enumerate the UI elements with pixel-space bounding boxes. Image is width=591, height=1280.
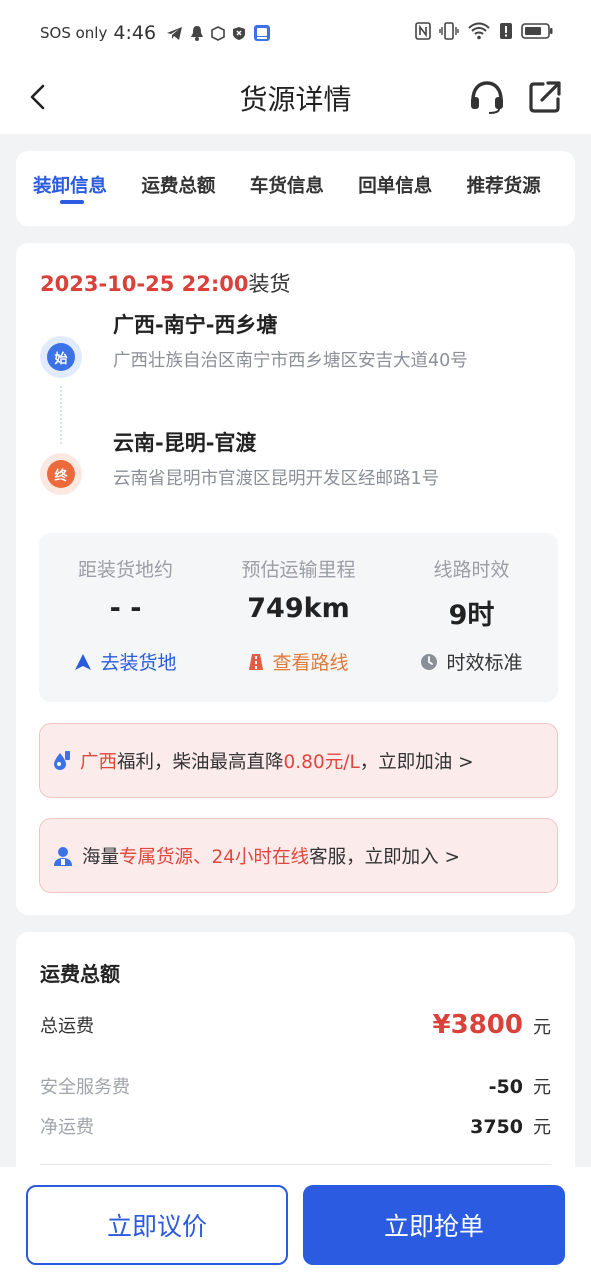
tab-label: 运费总额 [141,176,216,197]
action-label: 查看路线 [272,652,349,674]
nav-bar: 货源详情 [0,64,591,134]
tab-recommended-cargo[interactable]: 推荐货源 [467,151,575,226]
cube-icon [211,25,225,41]
end-badge: 终 [40,453,82,495]
tab-label: 装卸信息 [33,176,108,197]
service-fee-amount: -50 [488,1076,523,1098]
tab-vehicle-cargo-info[interactable]: 车货信息 [250,151,358,226]
agent-icon [52,845,74,867]
tab-label: 推荐货源 [466,176,541,197]
stat-label: 线路时效 [433,559,510,581]
route-card: 2023-10-25 22:00装货 始 广西-南宁-西乡塘 广西壮族自治区南宁… [16,243,575,915]
road-icon [249,653,264,670]
fee-amount-group: 3750 元 [470,1113,551,1139]
section-tabs: 装卸信息 运费总额 车货信息 回单信息 推荐货源 [16,151,575,226]
stat-value: 749km [247,593,350,624]
nfc-icon [415,22,431,40]
fuel-region: 广西 [80,751,118,773]
tab-freight-total[interactable]: 运费总额 [141,151,249,226]
fee-amount-group: ¥3800 元 [433,1010,551,1040]
fee-label: 净运费 [40,1117,94,1138]
fuel-promo-banner[interactable]: 广西 福利，柴油最高直降 0.80元/L ，立即加油 > [39,723,558,798]
start-badge-label: 始 [47,343,75,371]
clock-icon [421,653,438,670]
service-prefix: 海量 [82,846,120,868]
stat-label: 距装货地约 [77,559,173,581]
fee-unit: 元 [533,1077,551,1098]
net-freight-row: 净运费 3750 元 [40,1113,551,1139]
fee-amount-group: -50 元 [489,1073,551,1099]
fuel-drop-icon [52,750,72,772]
negotiate-price-button[interactable]: 立即议价 [26,1185,288,1265]
service-highlight: 专属货源、24小时在线 [119,846,310,868]
fee-label: 总运费 [40,1016,94,1037]
app-icon [254,25,271,41]
load-suffix: 装货 [248,272,291,296]
net-freight-amount: 3750 [470,1116,523,1138]
service-cta: 客服，立即加入 > [309,846,460,868]
fee-label: 安全服务费 [40,1077,130,1098]
status-left: SOS only 4:46 [40,22,271,44]
customer-service-button[interactable] [468,78,506,116]
fuel-text: 福利，柴油最高直降 [117,751,284,773]
status-right [415,22,553,40]
tab-loading-info[interactable]: 装卸信息 [33,151,141,226]
clock-text: 4:46 [113,22,157,44]
fuel-discount: 0.80元/L [283,751,360,773]
tab-label: 回单信息 [358,176,433,197]
freight-total-card: 运费总额 总运费 ¥3800 元 安全服务费 -50 元 净运费 3750 元 [16,932,575,1192]
go-to-loading-button[interactable]: 去装货地 [39,648,212,675]
headset-icon [471,81,503,114]
tab-label: 车货信息 [249,176,324,197]
start-badge: 始 [40,336,82,378]
stat-label: 预估运输里程 [241,559,356,581]
vibrate-icon [439,22,459,40]
telegram-icon [167,26,183,40]
action-label: 去装货地 [100,652,177,674]
battery-icon [521,23,553,39]
bell-icon [191,26,204,41]
end-address: 云南省昆明市官渡区昆明开发区经邮路1号 [113,469,440,489]
fee-unit: 元 [533,1117,551,1138]
grab-order-button[interactable]: 立即抢单 [303,1185,565,1265]
stat-value: - - [109,593,142,624]
fee-unit: 元 [533,1017,551,1038]
load-time: 2023-10-25 22:00装货 [40,268,290,298]
status-bar: SOS only 4:46 [0,0,591,64]
navigate-arrow-icon [75,653,92,670]
bottom-action-bar: 立即议价 立即抢单 [0,1167,591,1280]
end-badge-label: 终 [47,460,75,488]
end-city: 云南-昆明-官渡 [113,431,257,455]
share-icon [529,81,561,113]
tab-receipt-info[interactable]: 回单信息 [358,151,466,226]
stat-value: 9时 [448,600,495,631]
share-button[interactable] [526,78,564,116]
time-standard-button[interactable]: 时效标准 [385,648,558,675]
wifi-icon [468,22,490,40]
divider [40,1164,551,1165]
route-stats: 距装货地约 - - 去装货地 预估运输里程 749km 查看路线 线路时效 9时… [39,533,558,702]
notification-icons [166,24,271,42]
route-connector [60,386,62,444]
load-date: 2023-10-25 22:00 [40,272,249,296]
view-route-button[interactable]: 查看路线 [212,648,385,675]
service-fee-row: 安全服务费 -50 元 [40,1073,551,1099]
total-freight-row: 总运费 ¥3800 元 [40,1010,551,1040]
active-tab-indicator [60,200,84,204]
signal-alert-icon [500,23,512,39]
start-city: 广西-南宁-西乡塘 [113,313,278,337]
service-promo-banner[interactable]: 海量 专属货源、24小时在线 客服，立即加入 > [39,818,558,893]
vpn-shield-icon [233,26,246,40]
action-label: 时效标准 [446,652,523,674]
freight-section-title: 运费总额 [40,962,120,986]
carrier-text: SOS only [40,24,108,42]
fuel-cta: ，立即加油 > [359,751,474,773]
total-freight-amount: ¥3800 [432,1010,523,1040]
start-address: 广西壮族自治区南宁市西乡塘区安吉大道40号 [113,351,468,371]
